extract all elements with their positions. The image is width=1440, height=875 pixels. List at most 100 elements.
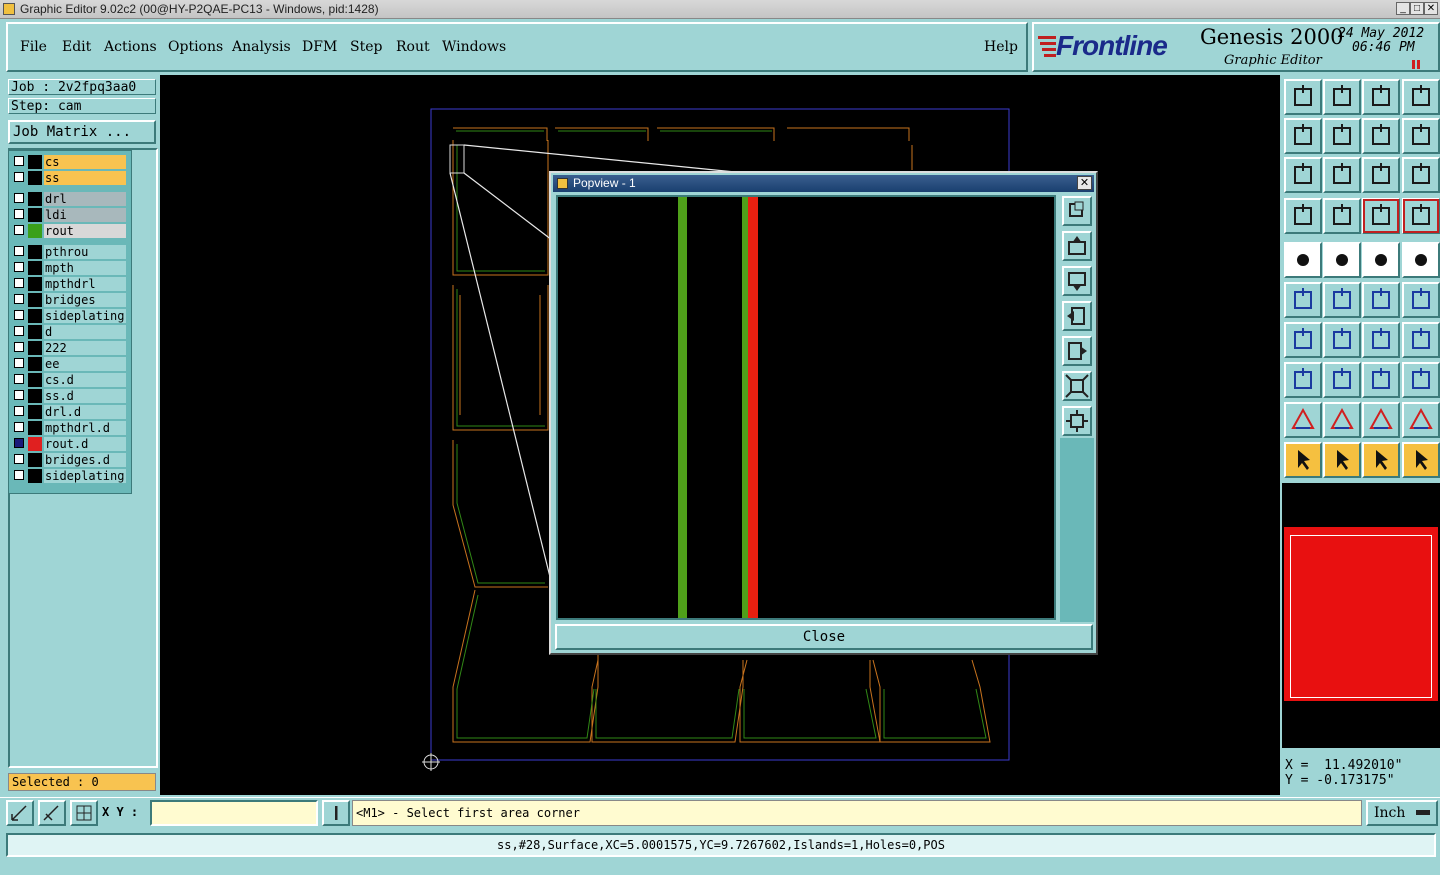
layer-name[interactable]: sideplating [44,469,126,483]
point-icon[interactable] [1402,282,1440,318]
slash-icon[interactable] [1323,322,1361,358]
layer-color-swatch[interactable] [28,469,42,483]
snap-point-icon[interactable] [1323,198,1361,234]
popview-zoom-fit-button[interactable] [1062,196,1092,226]
layer-row-bridges[interactable]: bridges [10,293,128,307]
layer-row-ldi[interactable]: ldi [10,208,128,222]
popview-pan-up-button[interactable] [1062,231,1092,261]
layer-row-222[interactable]: 222 [10,341,128,355]
select-box-icon[interactable] [1323,442,1361,478]
layer-name[interactable]: cs.d [44,373,126,387]
layer-row-ss[interactable]: ss [10,171,128,185]
move-icon[interactable] [1284,362,1322,398]
connect-icon[interactable] [1402,442,1440,478]
scale-icon[interactable] [1362,157,1400,193]
maximize-icon[interactable]: □ [1410,2,1424,15]
mirror-icon[interactable] [1402,118,1440,154]
layer-row-cs-d[interactable]: cs.d [10,373,128,387]
layer-name[interactable]: ss.d [44,389,126,403]
measure-tool-icon[interactable] [1284,198,1322,234]
menu-options[interactable]: Options [168,39,223,55]
select-poly-icon[interactable] [1362,442,1400,478]
zoom-center-icon[interactable] [1323,157,1361,193]
tri-wide-icon[interactable] [1362,402,1400,438]
xy-input[interactable] [150,800,318,826]
close-window-icon[interactable]: ✕ [1424,2,1438,15]
popview-close-button[interactable]: Close [555,624,1093,650]
layer-row-rout[interactable]: rout [10,224,128,238]
layer-color-swatch[interactable] [28,309,42,323]
layer-name[interactable]: ee [44,357,126,371]
layer-row-pthrou[interactable]: pthrou [10,245,128,259]
layer-color-swatch[interactable] [28,437,42,451]
layer-color-swatch[interactable] [28,155,42,169]
layer-color-swatch[interactable] [28,357,42,371]
layer-color-swatch[interactable] [28,293,42,307]
layer-name[interactable]: bridges [44,293,126,307]
layer-checkbox[interactable] [14,278,24,288]
save-down-icon[interactable] [1323,79,1361,115]
layer-checkbox[interactable] [14,406,24,416]
minimize-icon[interactable]: _ [1396,2,1410,15]
popview-pan-down-button[interactable] [1062,266,1092,296]
menu-step[interactable]: Step [350,39,382,55]
help-icon[interactable] [1402,157,1440,193]
info-icon[interactable] [322,800,350,826]
route-icon[interactable] [1362,198,1400,234]
menu-windows[interactable]: Windows [442,39,506,55]
layer-name[interactable]: rout [44,224,126,238]
tri-filled-icon[interactable] [1402,402,1440,438]
layer-color-swatch[interactable] [28,245,42,259]
layer-color-swatch[interactable] [28,277,42,291]
layer-color-swatch[interactable] [28,208,42,222]
popview-zoom-out-button[interactable] [1062,371,1092,401]
layer-checkbox[interactable] [14,470,24,480]
layer-row-drl-d[interactable]: drl.d [10,405,128,419]
layer-checkbox[interactable] [14,454,24,464]
cross-icon[interactable] [1323,282,1361,318]
layer-name[interactable]: drl [44,192,126,206]
shape-icon[interactable] [1402,362,1440,398]
layer-name[interactable]: ss [44,171,126,185]
snap-edit-icon[interactable] [38,800,66,826]
menu-rout[interactable]: Rout [396,39,430,55]
tri-outline-icon[interactable] [1284,402,1322,438]
layer-row-bridges-d[interactable]: bridges.d [10,453,128,467]
units-selector[interactable]: Inch [1366,800,1438,826]
layer-checkbox[interactable] [14,422,24,432]
menu-help[interactable]: Help [984,39,1018,55]
menu-analysis[interactable]: Analysis [232,39,291,55]
layer-checkbox[interactable] [14,193,24,203]
layer-name[interactable]: mpth [44,261,126,275]
layer-checkbox[interactable] [14,310,24,320]
layer-color-swatch[interactable] [28,373,42,387]
layer-row-ee[interactable]: ee [10,357,128,371]
menu-file[interactable]: File [20,39,47,55]
layer-checkbox[interactable] [14,374,24,384]
layer-checkbox[interactable] [14,156,24,166]
layer-name[interactable]: mpthdrl.d [44,421,126,435]
line-icon[interactable] [1323,242,1361,278]
layer-row-d[interactable]: d [10,325,128,339]
layer-name[interactable]: sideplating [44,309,126,323]
layer-row-sideplating[interactable]: sideplating [10,309,128,323]
overview-map[interactable] [1282,483,1440,748]
layer-checkbox[interactable] [14,246,24,256]
layer-color-swatch[interactable] [28,325,42,339]
snap-mode-icon[interactable] [6,800,34,826]
layer-name[interactable]: cs [44,155,126,169]
menu-dfm[interactable]: DFM [302,39,337,55]
tri-icon[interactable] [1323,402,1361,438]
layer-checkbox[interactable] [14,262,24,272]
layer-color-swatch[interactable] [28,224,42,238]
circle-icon[interactable] [1402,242,1440,278]
ruler-icon[interactable] [1362,242,1400,278]
layer-checkbox[interactable] [14,294,24,304]
layer-color-swatch[interactable] [28,405,42,419]
layer-row-mpthdrl-d[interactable]: mpthdrl.d [10,421,128,435]
arc-icon[interactable] [1362,322,1400,358]
layer-color-swatch[interactable] [28,341,42,355]
layer-color-swatch[interactable] [28,421,42,435]
layer-row-drl[interactable]: drl [10,192,128,206]
layer-row-rout-d[interactable]: rout.d [10,437,128,451]
